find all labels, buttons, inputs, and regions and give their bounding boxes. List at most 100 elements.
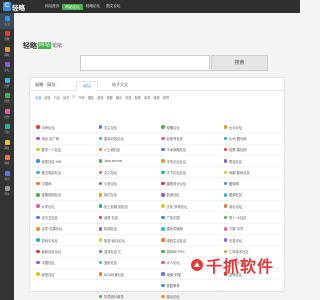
forum-link[interactable]: 最新社区论坛: [33, 246, 96, 258]
sidebar-item[interactable]: 导航: [0, 122, 14, 138]
category-item[interactable]: 军事: [144, 95, 150, 100]
forum-link[interactable]: 同人·小社区: [220, 212, 283, 224]
forum-link[interactable]: 新浪社区: [158, 190, 221, 202]
category-item[interactable]: IT: [73, 95, 76, 100]
forum-link[interactable]: 经营社区: [33, 269, 96, 281]
forum-link[interactable]: 大众论坛: [220, 122, 283, 134]
forum-link[interactable]: 羽毛论坛: [220, 201, 283, 213]
forum-link[interactable]: 学员统计服务: [96, 291, 159, 300]
forum-link[interactable]: 重庆同城网: [158, 224, 221, 235]
sidebar-category-icon: [4, 170, 10, 176]
category-item[interactable]: 体育: [163, 95, 169, 100]
forum-link[interactable]: 化工机械·图社区: [95, 201, 158, 213]
forum-link[interactable]: NGA玩家社区: [95, 269, 158, 281]
search-button[interactable]: 搜索: [211, 55, 268, 71]
site-favicon-icon: [98, 294, 102, 299]
forum-link[interactable]: 汉主论坛: [95, 122, 158, 134]
sidebar-item-label: 博客: [4, 162, 10, 166]
forum-link[interactable]: 天涯论坛: [220, 235, 283, 247]
forum-link[interactable]: 星际问答论坛: [95, 133, 158, 145]
top-nav-item[interactable]: 网站论坛: [62, 3, 83, 10]
category-item[interactable]: 全部: [35, 95, 41, 100]
site-favicon-icon: [223, 170, 227, 175]
forum-link[interactable]: 建筑设计论坛: [158, 178, 221, 190]
sidebar-item[interactable]: 网址: [0, 137, 14, 153]
forum-link[interactable]: 论中文社区: [33, 212, 96, 224]
forum-link[interactable]: 广告中国: [158, 212, 221, 224]
forum-link[interactable]: 宝妈社区: [95, 258, 158, 269]
forum-link[interactable]: 数学一人社区: [33, 145, 96, 156]
forum-link[interactable]: 读書·社区: [95, 212, 158, 224]
forum-link[interactable]: 中华论坛社区: [158, 156, 221, 168]
forum-link[interactable]: 论学·在建论坛: [33, 224, 96, 235]
top-nav-item[interactable]: 轻略论坛: [83, 0, 103, 13]
category-item[interactable]: 影视: [135, 95, 141, 100]
forum-link[interactable]: 爱汉电影社区: [33, 167, 96, 179]
forum-link[interactable]: 电台·杂广网: [33, 133, 96, 145]
top-nav-item[interactable]: 图文论坛: [103, 0, 123, 13]
forum-link-label: 天下论坛社区: [166, 170, 187, 175]
forum-link[interactable]: 中国网: [33, 178, 96, 190]
forum-link[interactable]: 中声论坛: [33, 122, 96, 134]
forum-link[interactable]: 图源网: [220, 178, 283, 190]
forum-link[interactable]: 秀名社区: [220, 156, 283, 168]
category-item[interactable]: 综合: [44, 95, 50, 100]
forum-link[interactable]: 金鹰回网社区: [33, 190, 96, 202]
category-item[interactable]: 游戏: [97, 95, 103, 100]
category-item[interactable]: 母婴: [106, 95, 112, 100]
sidebar-item[interactable]: 轻略: [0, 29, 14, 45]
forum-link[interactable]: 家庭教育: [158, 280, 221, 292]
forum-link[interactable]: 大学论坛: [33, 201, 96, 213]
forum-link[interactable]: 旅游·经社论坛: [95, 235, 158, 247]
tab-forum[interactable]: 论坛: [76, 81, 98, 91]
forum-link[interactable]: 轻略论坛: [158, 122, 221, 134]
forum-link[interactable]: 文化·学地论坛: [158, 201, 221, 213]
forum-link[interactable]: 小土城社区: [95, 145, 158, 156]
sidebar-item[interactable]: 社交: [0, 106, 14, 122]
site-favicon-icon: [36, 193, 40, 197]
forum-link-label: 大人论坛: [166, 261, 180, 266]
forum-link[interactable]: 游戏中论坛: [33, 235, 96, 247]
sidebar-item[interactable]: 社区: [0, 75, 14, 91]
tab-posts[interactable]: 帖子大全: [106, 81, 134, 91]
forum-link[interactable]: 菜谷论坛: [158, 291, 221, 300]
sidebar-item[interactable]: 网站: [0, 44, 14, 60]
sidebar-item[interactable]: 主页: [0, 13, 14, 29]
sidebar-item[interactable]: 资讯: [0, 168, 14, 184]
forum-link[interactable]: 中国社区: [33, 258, 96, 269]
category-item[interactable]: 摄影: [88, 95, 94, 100]
forum-link[interactable]: 小说论坛: [95, 178, 158, 190]
forum-link[interactable]: 千木网络社区: [158, 145, 221, 156]
sidebar-item[interactable]: 博客: [0, 153, 14, 169]
forum-link[interactable]: 轻策·霜社网: [220, 145, 283, 156]
sidebar-item[interactable]: 搜索: [0, 91, 14, 107]
forum-link[interactable]: 游戏社区·汇: [95, 246, 158, 258]
sidebar-category-icon: [4, 108, 10, 114]
sidebar-item[interactable]: 登录: [0, 184, 14, 200]
forum-link[interactable]: 拾忆社区: [95, 190, 158, 202]
forum-link[interactable]: 天下论坛社区: [158, 167, 221, 179]
forum-link-label: 论学·在建论坛: [41, 227, 63, 232]
search-input[interactable]: [80, 55, 210, 71]
site-favicon-icon: [98, 181, 102, 186]
top-nav-item[interactable]: 网址首页: [42, 0, 62, 13]
category-item[interactable]: 汽车: [78, 95, 84, 100]
forum-link[interactable]: 绿色生活社区: [158, 235, 221, 247]
category-item[interactable]: 娱乐: [116, 95, 122, 100]
category-item[interactable]: 情感: [125, 95, 131, 100]
forum-link-label: 同人·小社区: [229, 216, 247, 221]
forum-link[interactable]: 百家号社区: [158, 133, 221, 145]
site-logo[interactable]: C 轻略: [0, 0, 42, 13]
category-item[interactable]: 行业: [54, 95, 60, 100]
category-item[interactable]: 地方: [63, 95, 69, 100]
forum-link[interactable]: 片司·藏马网: [220, 133, 283, 145]
forum-link[interactable]: 文心论坛: [95, 167, 158, 179]
forum-link[interactable]: 家居社区·436: [33, 156, 96, 168]
category-item[interactable]: 旅游: [153, 95, 159, 100]
forum-link[interactable]: 下载·中学: [220, 224, 283, 235]
forum-link[interactable]: 电脑·数码社区: [220, 167, 283, 179]
sidebar-item[interactable]: 论坛: [0, 60, 14, 76]
forum-link[interactable]: 机械社区: [95, 224, 158, 235]
forum-link[interactable]: 图源社区: [220, 190, 283, 202]
forum-link[interactable]: Java.sincms: [95, 156, 158, 168]
